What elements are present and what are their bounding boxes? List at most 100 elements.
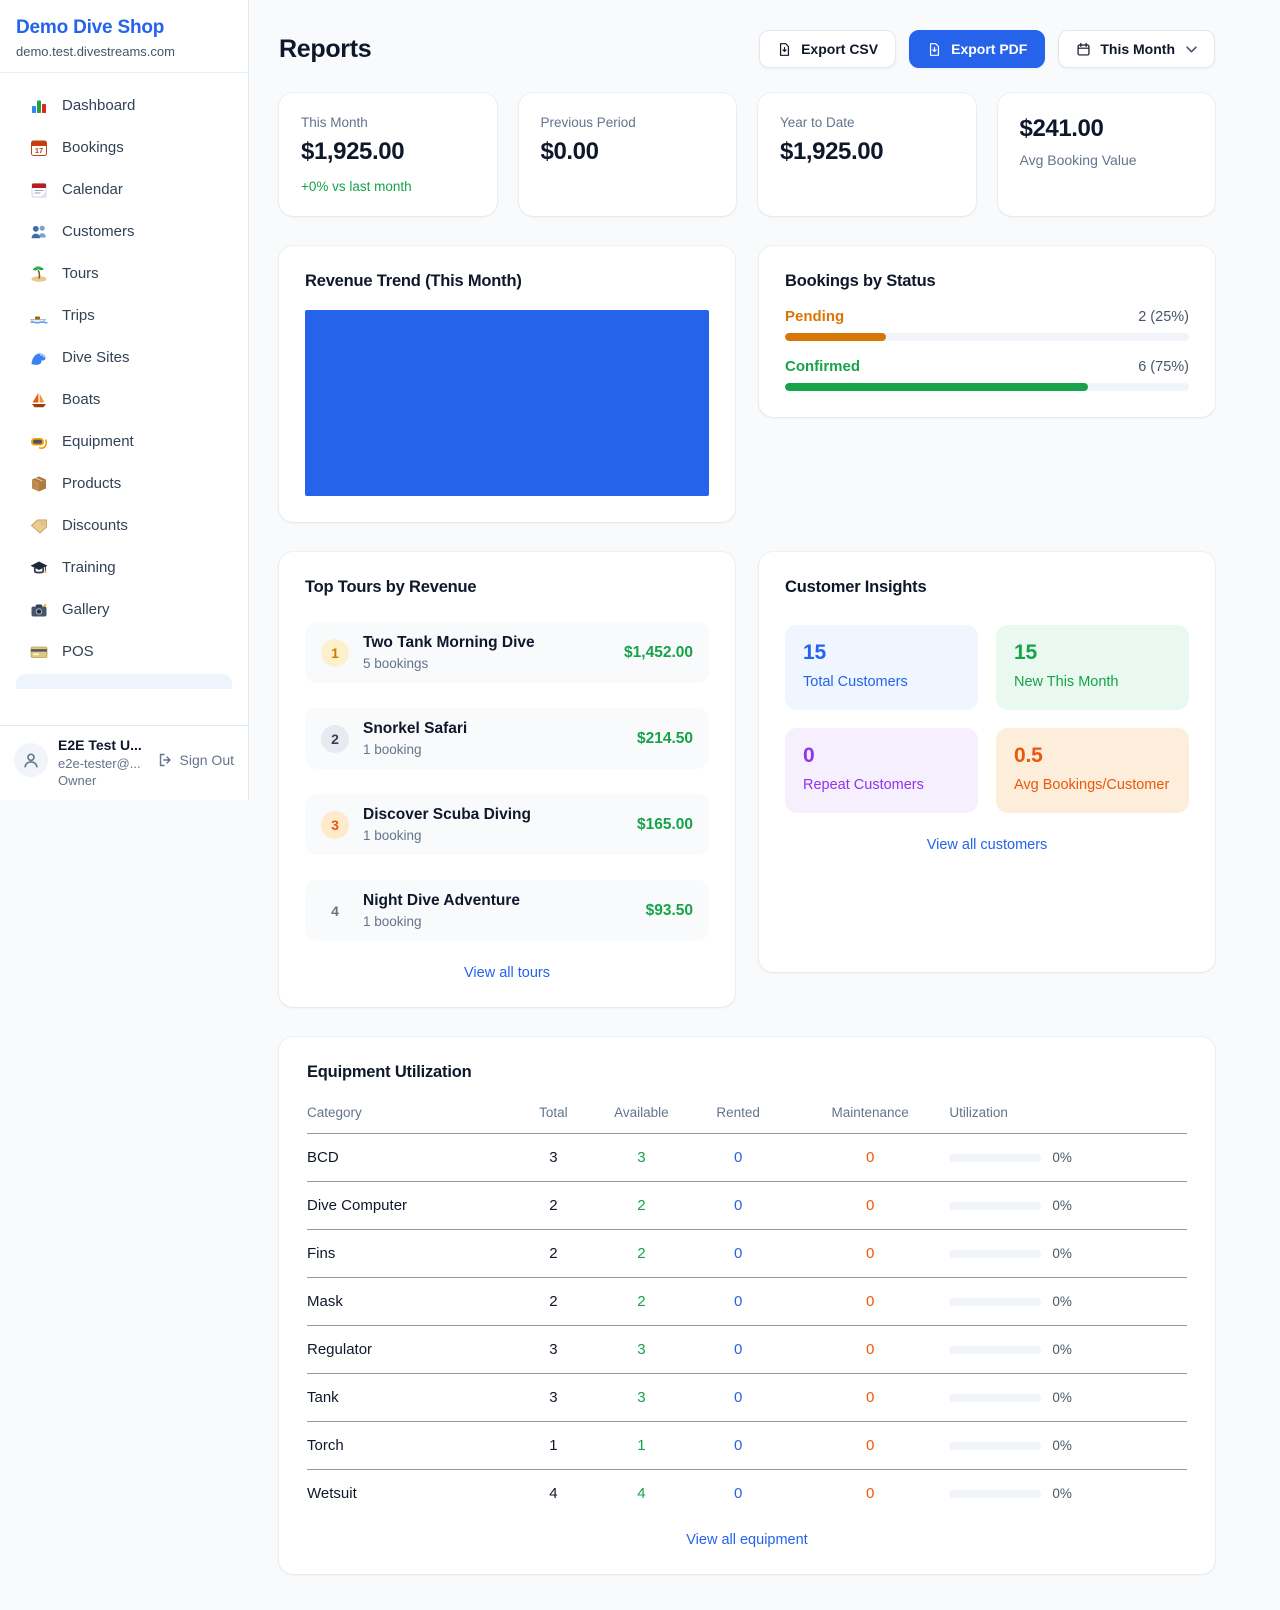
sidebar-item-trips[interactable]: Trips	[8, 295, 240, 337]
equipment-title: Equipment Utilization	[307, 1063, 1187, 1082]
cell-utilization: 0%	[949, 1374, 1187, 1422]
export-pdf-button[interactable]: Export PDF	[909, 30, 1045, 68]
tour-name: Night Dive Adventure	[363, 892, 520, 910]
sidebar-item-label: Boats	[62, 389, 100, 411]
status-bar-track	[785, 333, 1189, 341]
cell-category: Dive Computer	[307, 1182, 509, 1230]
column-header: Maintenance	[791, 1095, 949, 1134]
sidebar-item-gallery[interactable]: Gallery	[8, 589, 240, 631]
view-all-tours-link[interactable]: View all tours	[305, 965, 709, 981]
equipment-table-body: BCD 3 3 0 0 0% Dive Computer 2 2 0 0 0% …	[307, 1134, 1187, 1511]
view-all-customers-link[interactable]: View all customers	[785, 837, 1189, 853]
tour-name: Two Tank Morning Dive	[363, 634, 535, 652]
utilization-percent: 0%	[1052, 1486, 1072, 1501]
customer-insights-title: Customer Insights	[785, 578, 1189, 597]
table-row: Regulator 3 3 0 0 0%	[307, 1326, 1187, 1374]
sidebar-item-tours[interactable]: Tours	[8, 253, 240, 295]
utilization-percent: 0%	[1052, 1150, 1072, 1165]
user-email: e2e-tester@...	[58, 756, 147, 771]
sidebar-item-equipment[interactable]: Equipment	[8, 421, 240, 463]
view-all-equipment-link[interactable]: View all equipment	[307, 1532, 1187, 1548]
cell-maintenance: 0	[791, 1374, 949, 1422]
status-label: Confirmed	[785, 358, 860, 375]
wave-icon	[29, 348, 49, 368]
sidebar-item-label: Calendar	[62, 179, 123, 201]
sidebar-item-label: Tours	[62, 263, 99, 285]
calendar-date-icon: 17	[29, 138, 49, 158]
utilization-percent: 0%	[1052, 1294, 1072, 1309]
period-dropdown[interactable]: This Month	[1058, 30, 1215, 68]
sidebar-item-discounts[interactable]: Discounts	[8, 505, 240, 547]
stat-card-avg-booking-value: $241.00 Avg Booking Value	[998, 93, 1216, 216]
stat-note: +0% vs last month	[301, 179, 475, 194]
tour-bookings: 1 booking	[363, 828, 531, 843]
export-csv-button[interactable]: Export CSV	[759, 30, 896, 68]
tour-bookings: 1 booking	[363, 742, 467, 757]
stat-label: Avg Booking Value	[1020, 152, 1194, 168]
cell-rented: 0	[685, 1374, 791, 1422]
tour-list-item: 2 Snorkel Safari 1 booking $214.50	[305, 708, 709, 769]
tour-revenue: $93.50	[646, 902, 693, 920]
stats-row: This Month $1,925.00 +0% vs last month P…	[279, 93, 1215, 216]
cell-available: 2	[597, 1182, 685, 1230]
cell-total: 3	[509, 1374, 597, 1422]
cell-rented: 0	[685, 1230, 791, 1278]
cell-maintenance: 0	[791, 1182, 949, 1230]
stat-value: $241.00	[1020, 115, 1194, 143]
insight-label: Repeat Customers	[803, 777, 960, 793]
cell-rented: 0	[685, 1182, 791, 1230]
utilization-bar-track	[949, 1298, 1041, 1306]
sign-out-icon	[157, 752, 173, 768]
top-tours-title: Top Tours by Revenue	[305, 578, 709, 597]
sidebar-item-pos[interactable]: POS	[8, 631, 240, 673]
svg-text:17: 17	[35, 146, 43, 155]
utilization-bar-track	[949, 1346, 1041, 1354]
stat-value: $1,925.00	[780, 138, 954, 166]
stat-value: $1,925.00	[301, 138, 475, 166]
sidebar-item-dashboard[interactable]: Dashboard	[8, 85, 240, 127]
sidebar-item-dive-sites[interactable]: Dive Sites	[8, 337, 240, 379]
tour-list-item: 4 Night Dive Adventure 1 booking $93.50	[305, 880, 709, 941]
table-row: Dive Computer 2 2 0 0 0%	[307, 1182, 1187, 1230]
sidebar-item-bookings[interactable]: 17 Bookings	[8, 127, 240, 169]
rank-badge: 3	[321, 811, 349, 839]
sailboat-icon	[29, 390, 49, 410]
cell-available: 3	[597, 1134, 685, 1182]
sidebar-item-active-partial[interactable]	[16, 674, 232, 689]
cell-category: Tank	[307, 1374, 509, 1422]
status-bar-fill	[785, 383, 1088, 391]
insight-value: 0.5	[1014, 744, 1171, 768]
sidebar-item-boats[interactable]: Boats	[8, 379, 240, 421]
cell-total: 2	[509, 1182, 597, 1230]
export-csv-label: Export CSV	[801, 41, 878, 57]
cell-utilization: 0%	[949, 1230, 1187, 1278]
tour-name: Snorkel Safari	[363, 720, 467, 738]
bookings-by-status-title: Bookings by Status	[785, 272, 1189, 291]
sidebar-item-label: Gallery	[62, 599, 110, 621]
utilization-bar-track	[949, 1490, 1041, 1498]
sidebar-item-customers[interactable]: Customers	[8, 211, 240, 253]
stat-label: Year to Date	[780, 115, 954, 130]
sidebar-item-label: Training	[62, 557, 116, 579]
tear-calendar-icon	[29, 180, 49, 200]
avatar	[14, 743, 48, 777]
sidebar-item-training[interactable]: Training	[8, 547, 240, 589]
status-count: 2 (25%)	[1138, 309, 1189, 325]
insight-label: Avg Bookings/Customer	[1014, 777, 1171, 793]
revenue-trend-title: Revenue Trend (This Month)	[305, 272, 709, 291]
status-bar-fill	[785, 333, 886, 341]
insight-value: 0	[803, 744, 960, 768]
table-row: Torch 1 1 0 0 0%	[307, 1422, 1187, 1470]
column-header: Rented	[685, 1095, 791, 1134]
sidebar-item-calendar[interactable]: Calendar	[8, 169, 240, 211]
brand-domain: demo.test.divestreams.com	[16, 44, 232, 59]
sidebar-item-label: Dive Sites	[62, 347, 130, 369]
chevron-down-icon	[1186, 46, 1197, 53]
dive-mask-icon	[29, 432, 49, 452]
person-icon	[22, 751, 40, 769]
sidebar-item-products[interactable]: Products	[8, 463, 240, 505]
customer-insights-card: Customer Insights 15 Total Customers 15 …	[759, 552, 1215, 972]
cell-total: 4	[509, 1470, 597, 1511]
insight-avg-bookings: 0.5 Avg Bookings/Customer	[996, 728, 1189, 813]
sign-out-button[interactable]: Sign Out	[157, 752, 234, 768]
